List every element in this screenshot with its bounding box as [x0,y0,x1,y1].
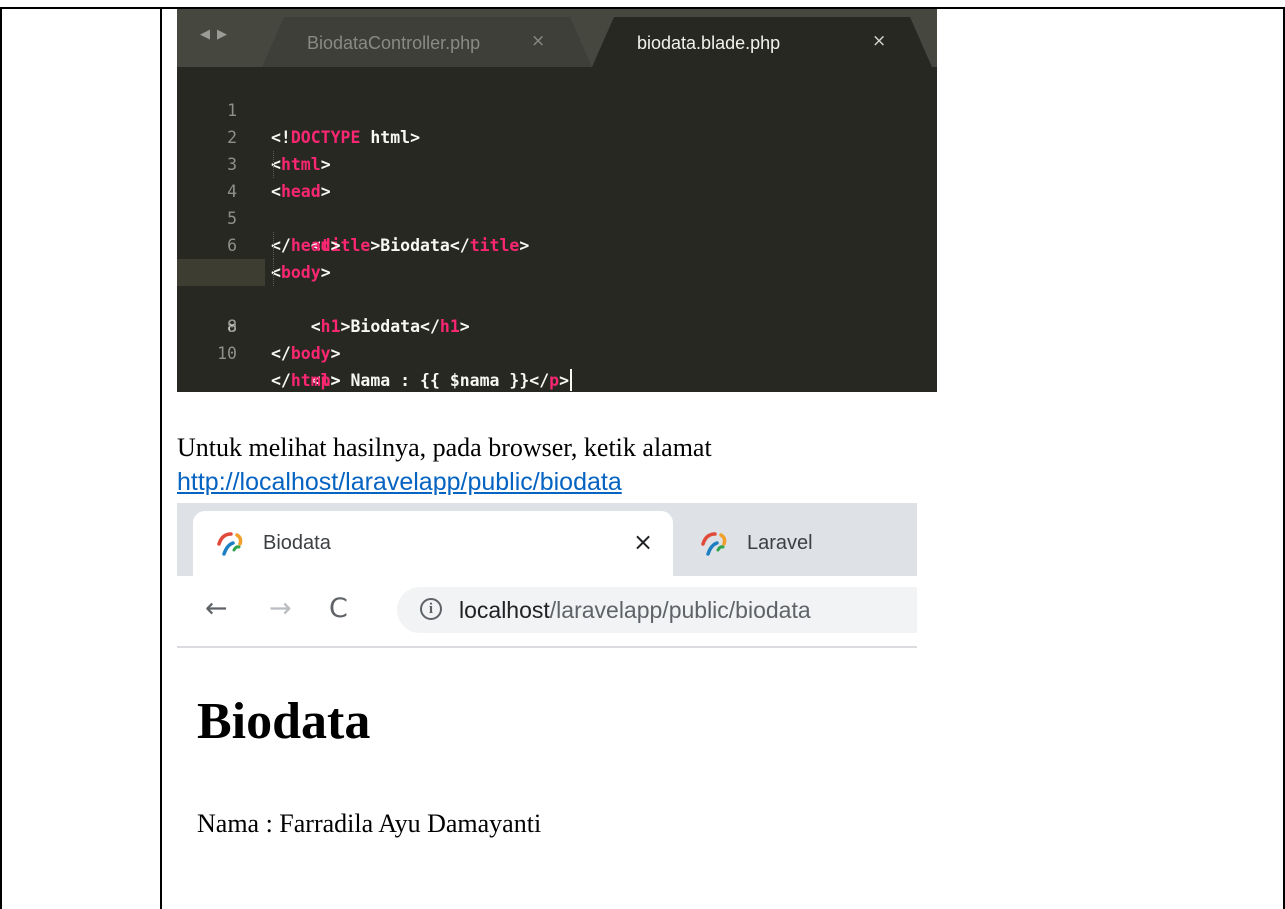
address-bar[interactable]: i localhost/laravelapp/public/biodata [397,587,917,633]
tab-scroll-left-icon[interactable]: ◀ [200,27,210,42]
code-line: 5 </head> [177,178,937,255]
editor-tab-bar: ◀ ▶ BiodataController.php × biodata.blad… [177,9,937,67]
line-number: 10 [217,344,237,363]
close-icon[interactable]: × [633,528,653,556]
browser-tab-strip: Biodata × Laravel [177,503,917,576]
page-paragraph: Nama : Farradila Ayu Damayanti [197,809,542,838]
browser-tab-title: Biodata [263,532,331,554]
code-line: 4 <title>Biodata</title> [177,151,937,255]
code-area[interactable]: 1 <!DOCTYPE html> 2 <html> 3 <head> 4 <t… [177,70,937,391]
code-text: </body> [271,344,341,363]
code-line: 3 <head> [177,124,937,201]
table-column-divider [160,7,162,909]
code-text: </html> [271,371,341,390]
code-line-active: 8 <p> Nama : {{ $nama }}</p> [177,259,937,391]
biodata-url-link[interactable]: http://localhost/laravelapp/public/bioda… [177,468,622,497]
favicon-icon [217,532,243,556]
back-arrow-icon[interactable]: ← [205,593,228,624]
info-icon[interactable]: i [420,598,442,620]
indent-guide [273,259,274,286]
editor-tab-label: BiodataController.php [307,33,481,53]
code-line: 10 </html> [177,313,937,390]
reload-icon[interactable]: C [329,593,348,624]
instruction-text: Untuk melihat hasilnya, pada browser, ke… [177,433,712,462]
code-line: 7 <h1>Biodata</h1> [177,232,937,336]
tab-scroll-right-icon[interactable]: ▶ [217,27,227,42]
editor-tab-biodata-blade[interactable]: biodata.blade.php × [592,17,932,67]
browser-tab-title: Laravel [747,532,813,554]
code-line: 9 </body> [177,286,937,363]
page-heading: Biodata [197,693,371,750]
code-line: 1 <!DOCTYPE html> [177,70,937,147]
browser-tab-biodata[interactable]: Biodata × [193,511,673,576]
browser-tab-laravel[interactable]: Laravel [677,511,917,576]
editor-tab-label: biodata.blade.php [637,33,781,53]
url-host: localhost [459,597,550,623]
code-line: 6 <body> [177,205,937,282]
indent-guide [273,151,274,178]
code-line: 2 <html> [177,97,937,174]
close-icon[interactable]: × [872,31,886,51]
code-editor-screenshot: ◀ ▶ BiodataController.php × biodata.blad… [177,9,937,392]
active-line-highlight [177,259,265,286]
address-bar-url[interactable]: localhost/laravelapp/public/biodata [459,597,811,624]
favicon-icon [701,532,727,556]
text-cursor [570,369,573,391]
indent-guide [273,232,274,259]
close-icon[interactable]: × [531,31,545,51]
table-border-left [0,7,2,909]
browser-screenshot: Biodata × Laravel ← → C i localhost/lara… [177,503,917,909]
editor-tab-biodatacontroller[interactable]: BiodataController.php × [262,17,592,67]
browser-toolbar: ← → C i localhost/laravelapp/public/biod… [177,576,917,648]
forward-arrow-icon[interactable]: → [269,593,292,624]
url-path: /laravelapp/public/biodata [549,597,811,623]
